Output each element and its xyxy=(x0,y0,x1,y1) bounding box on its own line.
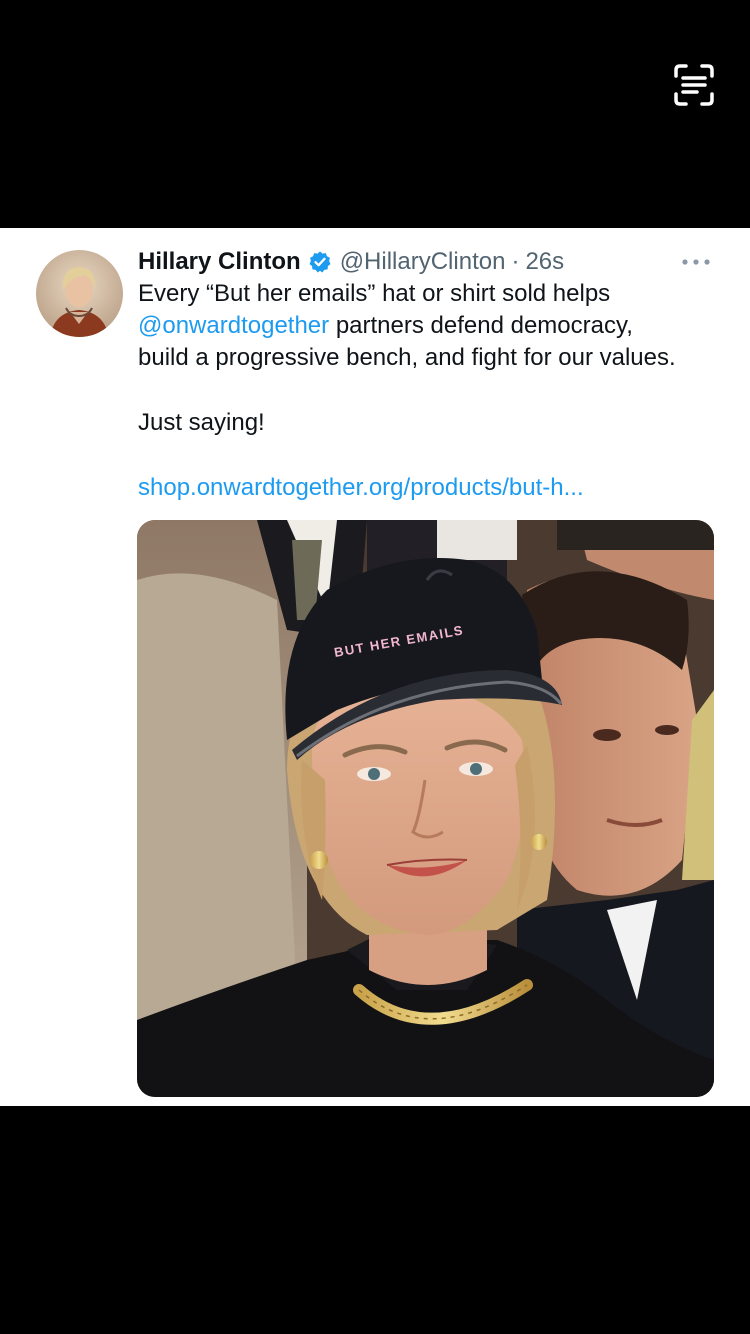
author-handle[interactable]: @HillaryClinton xyxy=(340,248,506,276)
mention-link[interactable]: @onwardtogether xyxy=(138,312,329,339)
top-letterbox xyxy=(0,0,750,228)
scan-text-icon[interactable] xyxy=(669,60,719,110)
more-dots-icon[interactable] xyxy=(678,250,714,274)
tweet-timestamp[interactable]: 26s xyxy=(525,248,564,276)
tweet-line: Just saying! xyxy=(138,409,265,436)
tweet-card[interactable]: Hillary Clinton @HillaryClinton · 26s Ev… xyxy=(0,228,750,1106)
tweet-line: @onwardtogether partners defend democrac… xyxy=(138,310,728,342)
verified-badge-icon xyxy=(308,250,332,274)
author-name[interactable]: Hillary Clinton xyxy=(138,248,301,276)
author-avatar[interactable] xyxy=(36,250,123,337)
external-link[interactable]: shop.onwardtogether.org/products/but-h..… xyxy=(138,474,584,501)
tweet-media-image[interactable]: BUT HER EMAILS xyxy=(137,520,714,1097)
tweet-line: build a progressive bench, and fight for… xyxy=(138,344,676,371)
tweet-line: Every “But her emails” hat or shirt sold… xyxy=(138,280,611,307)
separator-dot: · xyxy=(511,248,520,275)
tweet-link-line: shop.onwardtogether.org/products/but-h..… xyxy=(138,472,728,504)
bottom-letterbox xyxy=(0,1106,750,1334)
tweet-header: Hillary Clinton @HillaryClinton · 26s xyxy=(138,244,698,280)
tweet-line-rest: partners defend democracy, xyxy=(329,312,633,339)
tweet-text: Every “But her emails” hat or shirt sold… xyxy=(138,278,728,504)
